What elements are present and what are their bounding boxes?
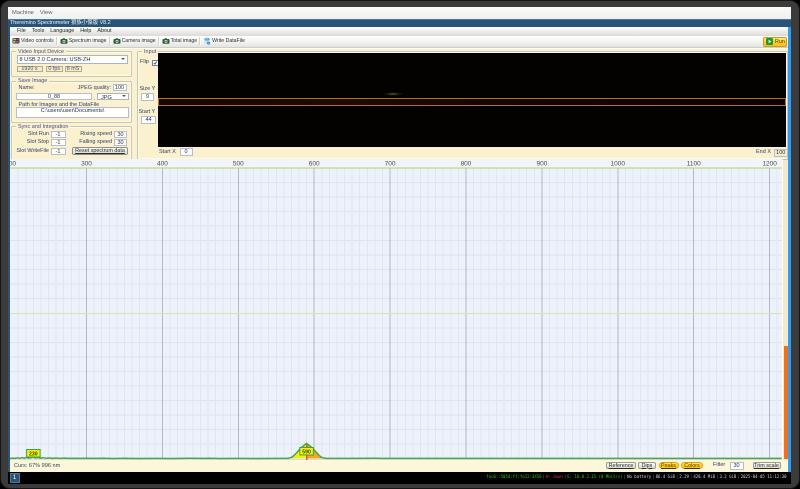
group-sync-integration-title: Sync and Integration	[16, 123, 71, 130]
slot-writefile-label: Slot WriteFile	[16, 147, 49, 154]
svg-text:800: 800	[461, 161, 472, 168]
toolbar-write-datafile-label: Write DataFile	[212, 38, 245, 45]
slot-stop-field[interactable]: -1	[50, 139, 66, 146]
name-label: Name:	[18, 84, 35, 91]
toolbar-camera-image[interactable]: Camera image	[111, 36, 158, 48]
menu-tools[interactable]: Tools	[29, 28, 48, 34]
spectrum-chart[interactable]: 200 300 400 500 600 700 800 900 1000 1100 1200 230 5…	[10, 159, 782, 460]
chevron-down-icon	[120, 58, 125, 61]
svg-text:500: 500	[233, 161, 244, 168]
slot-writefile-field[interactable]: -1	[50, 147, 66, 155]
start-y-label: Start Y	[138, 108, 156, 115]
trim-scale-button[interactable]: Trim scale	[752, 461, 781, 469]
host-menu-view[interactable]: View	[37, 10, 55, 16]
toolbar-total-image-label: Total image	[170, 38, 198, 45]
app-menubar: File Tools Language Help About	[10, 27, 788, 36]
svg-text:900: 900	[536, 161, 547, 168]
window-titlebar[interactable]: Theremino Spectrometer 狼族小傑版 V8.2	[8, 19, 791, 27]
rising-speed-field[interactable]: 30	[114, 130, 127, 138]
camera-icon	[162, 38, 170, 45]
slot-stop-label: Slot Stop	[26, 139, 49, 145]
svg-text:300: 300	[81, 161, 92, 168]
toolbar-spectrum-image-label: Spectrum image	[68, 38, 107, 45]
camera-icon	[60, 38, 68, 45]
group-save-image-title: Save Image	[16, 78, 50, 85]
chevron-down-icon	[122, 95, 126, 98]
video-glow	[382, 91, 404, 96]
svg-text:700: 700	[385, 161, 396, 168]
i3bar: 1 fec0::5054:ff:fe12:3456|W: down|E: 10.…	[8, 471, 791, 484]
menu-language[interactable]: Language	[47, 28, 77, 34]
window-border-right	[788, 27, 791, 472]
toolbar-write-datafile[interactable]: Write DataFile	[201, 36, 247, 48]
size-y-label: Size Y	[139, 86, 156, 92]
run-button[interactable]: Run	[763, 36, 787, 47]
menu-help[interactable]: Help	[77, 28, 94, 34]
file-name-field[interactable]: 0_88	[16, 92, 92, 100]
video-device-select[interactable]: 8 USB 2.0 Camera: USB-ZH	[16, 55, 128, 64]
cursor-readout: Curs: 67% 996 nm	[14, 463, 61, 469]
toolbar-total-image[interactable]: Total image	[160, 36, 200, 48]
video-stat-resolution: 1920 x	[16, 66, 43, 72]
camera-icon	[113, 38, 121, 45]
chart-bottom-bar: Curs: 67% 996 nm Reference Dips Peaks Co…	[10, 460, 788, 472]
format-select[interactable]: JPG	[97, 92, 129, 101]
scanline-selection[interactable]	[158, 97, 786, 106]
falling-speed-field[interactable]: 30	[114, 139, 127, 146]
start-y-field[interactable]: 44	[141, 115, 156, 124]
rising-speed-label: Rising speed	[80, 130, 112, 137]
video-stat-ms: 8 mS	[64, 66, 82, 72]
path-field[interactable]: C:\users\user\Documents\	[16, 107, 129, 118]
svg-text:200: 200	[10, 161, 16, 168]
host-menu-machine[interactable]: Machine	[9, 10, 37, 16]
screenshot-stage: Machine View Theremino Spectrometer 狼族小傑…	[0, 0, 800, 489]
video-stat-fps: 0 fps	[46, 66, 63, 72]
end-x-label: End X	[756, 149, 771, 155]
start-x-label: Start X	[159, 149, 176, 155]
svg-text:230: 230	[29, 451, 38, 457]
falling-speed-label: Falling speed	[79, 139, 112, 145]
level-indicator-track	[782, 159, 788, 460]
datafile-icon	[204, 37, 211, 45]
reference-button[interactable]: Reference	[606, 461, 636, 469]
video-controls-icon	[12, 38, 20, 44]
toolbar-video-controls-label: Video controls	[21, 38, 54, 45]
toolbar-spectrum-image[interactable]: Spectrum image	[58, 36, 109, 48]
level-indicator-bar	[783, 345, 788, 459]
filter-label: Filter	[713, 462, 726, 468]
size-y-field[interactable]: 9	[141, 93, 154, 101]
group-input-title: Input	[142, 48, 159, 55]
svg-text:400: 400	[157, 161, 168, 168]
svg-text:590: 590	[302, 449, 311, 455]
peaks-button[interactable]: Peaks	[658, 461, 679, 469]
app-toolbar: Video controls Spectrum image Camera ima…	[10, 35, 788, 48]
video-device-value: 8 USB 2.0 Camera: USB-ZH	[19, 57, 91, 63]
status-line: fec0::5054:ff:fe12:3456|W: down|E: 10.0.…	[486, 473, 787, 479]
filter-field[interactable]: 30	[729, 461, 744, 470]
slot-run-label: Slot Run	[27, 130, 49, 137]
format-value: JPG	[101, 94, 112, 101]
toolbar-camera-image-label: Camera image	[121, 38, 156, 45]
check-icon	[153, 61, 158, 65]
svg-text:1100: 1100	[687, 161, 701, 168]
toolbar-video-controls[interactable]: Video controls	[10, 36, 56, 48]
slot-run-field[interactable]: -1	[50, 130, 66, 138]
run-button-label: Run	[775, 38, 785, 45]
svg-text:1000: 1000	[611, 161, 626, 168]
workspace-button[interactable]: 1	[9, 473, 20, 483]
flip-label: Flip	[140, 59, 149, 65]
start-x-field[interactable]: 0	[179, 148, 193, 156]
dips-button[interactable]: Dips	[638, 461, 656, 469]
play-icon	[766, 38, 773, 45]
jpeg-quality-label: JPEG quality:	[77, 84, 111, 91]
end-x-field[interactable]: 100	[774, 148, 788, 157]
svg-text:1200: 1200	[762, 161, 777, 168]
menu-about[interactable]: About	[94, 28, 114, 34]
reset-spectrum-button[interactable]: Reset spectrum data	[72, 147, 128, 155]
menu-file[interactable]: File	[14, 28, 29, 34]
jpeg-quality-field[interactable]: 100	[112, 84, 127, 91]
svg-text:600: 600	[309, 161, 320, 168]
colors-button[interactable]: Colors	[681, 461, 703, 469]
